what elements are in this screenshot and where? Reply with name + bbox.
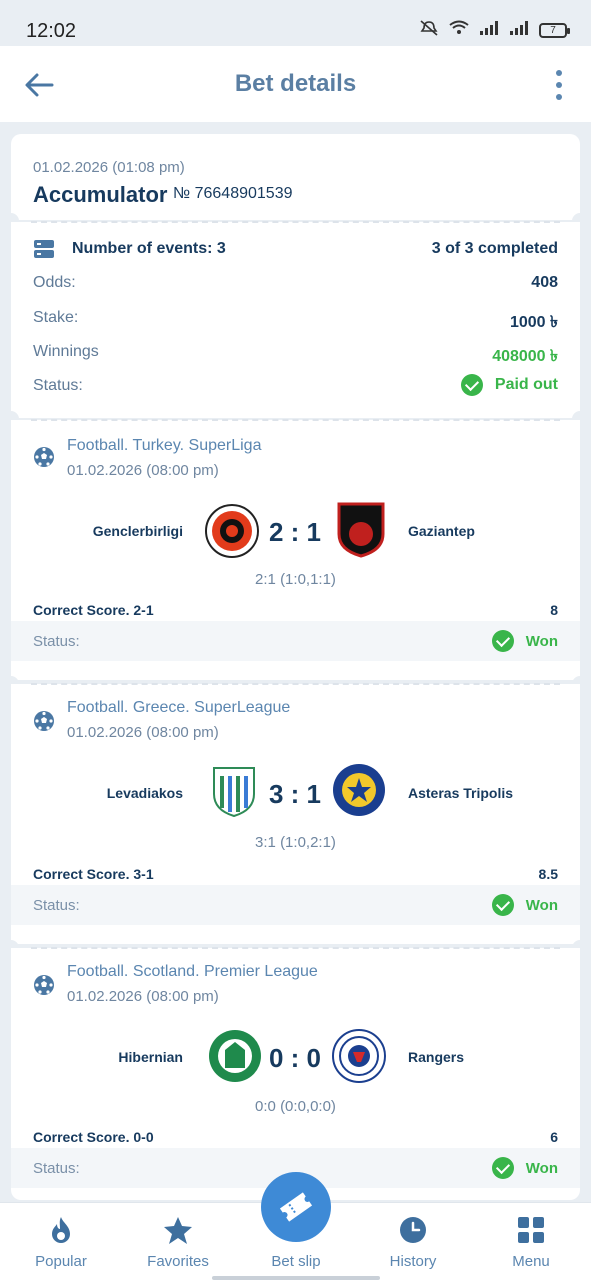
more-options-button[interactable] bbox=[551, 70, 567, 100]
gaziantep-logo bbox=[335, 500, 387, 558]
betslip-fab-button[interactable] bbox=[261, 1172, 331, 1242]
events-icon bbox=[33, 238, 55, 260]
asteras-tripolis-logo bbox=[331, 762, 385, 816]
status-band: Status: Won bbox=[11, 885, 580, 925]
match-score: 3 : 1 bbox=[268, 779, 322, 809]
half-time-score: 3:1 (1:0,2:1) bbox=[255, 834, 336, 851]
away-team: Rangers bbox=[408, 1049, 465, 1065]
status-time: 12:02 bbox=[26, 20, 77, 42]
home-team: Genclerbirligi bbox=[92, 523, 183, 539]
nav-label: History bbox=[389, 1253, 437, 1270]
match-score: 0 : 0 bbox=[268, 1043, 322, 1073]
event-league: Football. Scotland. Premier League bbox=[67, 963, 318, 980]
football-icon bbox=[33, 974, 55, 996]
status-text: Paid out bbox=[494, 376, 558, 393]
bet-number: № 76648901539 bbox=[173, 185, 293, 202]
dot-icon bbox=[556, 82, 562, 88]
check-icon bbox=[460, 374, 483, 396]
event-status-label: Status: bbox=[33, 633, 80, 650]
stake-value: 1000 ৳ bbox=[509, 314, 558, 331]
wifi-icon bbox=[449, 20, 469, 40]
dot-icon bbox=[556, 70, 562, 76]
star-icon bbox=[163, 1215, 193, 1245]
bet-header-card: 01.02.2026 (01:08 pm) Accumulator № 7664… bbox=[11, 134, 580, 220]
odds-label: Odds: bbox=[33, 274, 76, 291]
battery-icon: 7 bbox=[539, 22, 570, 38]
winnings-label: Winnings bbox=[33, 343, 99, 360]
match-score: 2 : 1 bbox=[268, 517, 322, 547]
event-card: Football. Turkey. SuperLiga 01.02.2026 (… bbox=[11, 419, 580, 680]
event-status-label: Status: bbox=[33, 1160, 80, 1177]
half-time-score: 2:1 (1:0,1:1) bbox=[255, 571, 336, 588]
ticket-icon bbox=[279, 1192, 313, 1222]
dot-icon bbox=[556, 94, 562, 100]
football-icon bbox=[33, 446, 55, 468]
football-icon bbox=[33, 710, 55, 732]
bet-odd: 6 bbox=[550, 1129, 558, 1145]
event-status: Won bbox=[491, 894, 558, 916]
bet-selection: Correct Score. 2-1 bbox=[33, 602, 154, 618]
check-icon bbox=[491, 894, 514, 916]
bet-date: 01.02.2026 (01:08 pm) bbox=[33, 159, 185, 176]
events-completed: 3 of 3 completed bbox=[431, 240, 558, 257]
half-time-score: 0:0 (0:0,0:0) bbox=[255, 1098, 336, 1115]
nav-popular[interactable]: Popular bbox=[6, 1203, 116, 1280]
bet-selection: Correct Score. 0-0 bbox=[33, 1129, 154, 1145]
nav-label: Popular bbox=[35, 1253, 87, 1270]
stake-label: Stake: bbox=[33, 309, 79, 326]
check-icon bbox=[491, 1157, 514, 1179]
bet-selection: Correct Score. 3-1 bbox=[33, 866, 154, 882]
signal-icon-2 bbox=[509, 21, 529, 39]
home-indicator bbox=[212, 1276, 380, 1280]
event-date: 01.02.2026 (08:00 pm) bbox=[67, 988, 219, 1005]
signal-icon bbox=[479, 21, 499, 39]
page-title: Bet details bbox=[234, 70, 357, 97]
event-status-label: Status: bbox=[33, 897, 80, 914]
status-band: Status: Won bbox=[11, 621, 580, 661]
event-status: Won bbox=[491, 1157, 558, 1179]
event-status-text: Won bbox=[525, 896, 558, 914]
nav-history[interactable]: History bbox=[358, 1203, 468, 1280]
bet-odd: 8 bbox=[550, 602, 558, 618]
status-bar: 12:02 7 bbox=[0, 0, 591, 46]
status-label: Status: bbox=[33, 377, 83, 394]
event-status-text: Won bbox=[525, 1159, 558, 1177]
event-card: Football. Scotland. Premier League 01.02… bbox=[11, 947, 580, 1200]
flame-icon bbox=[46, 1215, 76, 1245]
clock-icon bbox=[398, 1215, 428, 1245]
nav-menu[interactable]: Menu bbox=[476, 1203, 586, 1280]
home-team: Levadiakos bbox=[106, 785, 183, 801]
event-date: 01.02.2026 (08:00 pm) bbox=[67, 462, 219, 479]
home-team: Hibernian bbox=[118, 1049, 183, 1065]
nav-label: Favorites bbox=[147, 1253, 209, 1270]
genclerbirligi-logo bbox=[204, 503, 259, 558]
bet-summary-card: Number of events: 3 3 of 3 completed Odd… bbox=[11, 221, 580, 418]
bet-odd: 8.5 bbox=[538, 866, 558, 882]
grid-icon bbox=[516, 1215, 546, 1245]
nav-favorites[interactable]: Favorites bbox=[123, 1203, 233, 1280]
nav-label: Bet slip bbox=[271, 1253, 321, 1270]
event-date: 01.02.2026 (08:00 pm) bbox=[67, 724, 219, 741]
event-status: Won bbox=[491, 630, 558, 652]
app-header: Bet details bbox=[0, 46, 591, 122]
event-card: Football. Greece. SuperLeague 01.02.2026… bbox=[11, 683, 580, 944]
status-icons: 7 bbox=[419, 20, 570, 40]
rangers-logo bbox=[331, 1028, 386, 1083]
events-count: Number of events: 3 bbox=[72, 240, 226, 257]
status-value: Paid out bbox=[460, 374, 558, 396]
nav-label: Menu bbox=[512, 1253, 550, 1270]
odds-value: 408 bbox=[531, 274, 558, 291]
away-team: Asteras Tripolis bbox=[408, 785, 514, 801]
event-league: Football. Greece. SuperLeague bbox=[67, 699, 291, 716]
event-league: Football. Turkey. SuperLiga bbox=[67, 437, 262, 454]
away-team: Gaziantep bbox=[408, 523, 475, 539]
mute-icon bbox=[419, 20, 439, 40]
event-status-text: Won bbox=[525, 632, 558, 650]
check-icon bbox=[491, 630, 514, 652]
bet-type: Accumulator bbox=[33, 182, 168, 207]
winnings-value: 408000 ৳ bbox=[492, 348, 558, 365]
hibernian-logo bbox=[207, 1028, 261, 1082]
